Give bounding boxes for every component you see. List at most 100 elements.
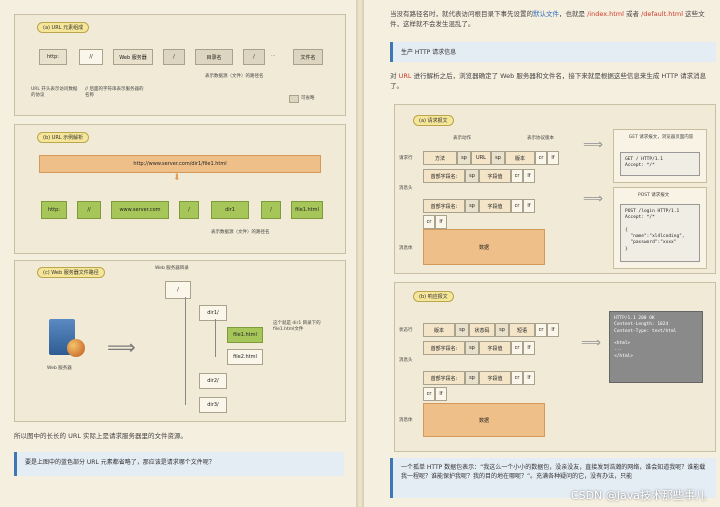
resp-sp-2: sp (495, 323, 509, 337)
example-url: http://www.server.com/dir1/file1.html (39, 155, 321, 173)
example-part-server: www.server.com (111, 201, 169, 219)
resp-blank-cr: cr (423, 387, 435, 401)
question-note: 要是上图中的蓝色部分 URL 元素都省略了，那应该是请求哪个文件呢？ (14, 452, 344, 476)
resp-head1-lf: lf (523, 341, 535, 355)
resp-sp-1: sp (455, 323, 469, 337)
figure-request: (a) 请求报文 表示动作 表示协议版本 请求行 方法 sp URL sp 版本… (394, 104, 716, 274)
watermark: CSDN @Java技术那些事儿 (570, 489, 706, 502)
url-part-filename: 文件名 (293, 49, 323, 65)
req-sp-1: sp (457, 151, 471, 165)
resp-head1-value: 字段值 (479, 341, 511, 355)
intro-default-file: 默认文件 (533, 10, 559, 18)
req-head2-cr: cr (511, 199, 523, 213)
resp-head2-cr: cr (511, 371, 523, 385)
req-head2-lf: lf (523, 199, 535, 213)
url-part-dir: 目录名 (195, 49, 233, 65)
example-note-path: 表示数据源（文件）的路径名 (211, 230, 270, 235)
resp-row-head-label: 消息头 (399, 358, 413, 363)
right-arrow-icon: ⟹ (107, 335, 136, 359)
example-part-slashes: // (77, 201, 101, 219)
note-server: // 后面的字符串表示服务器的名称 (85, 87, 144, 98)
legend-swatch (289, 95, 299, 103)
resp-head1-sp: sp (465, 341, 479, 355)
intro-paragraph: 当没有路径名时，就代表访问根目录下事先设置的默认文件，也就是 /index.ht… (390, 10, 716, 30)
tree-node-file1: file1.html (227, 327, 263, 343)
url-part-server: Web 服务器 (113, 49, 153, 65)
intro-text-3: 或者 (626, 10, 640, 18)
globe-icon (67, 339, 85, 357)
req-head1-name: 首部字段名: (423, 169, 465, 183)
req-blank-lf: lf (435, 215, 447, 229)
para-text-1: 对 (390, 72, 397, 80)
example-part-dir: dir1 (211, 201, 249, 219)
figure-url-example: (b) URL 示例解析 http://www.server.com/dir1/… (14, 124, 346, 254)
req-arrow-2-icon: ⟹ (583, 191, 604, 207)
intro-text-2: ，也就是 (559, 10, 585, 18)
req-row-head-label: 消息头 (399, 186, 413, 191)
figure-response: (b) 响应报文 状态行 版本 sp 状态码 sp 短语 cr lf 消息头 首… (394, 282, 716, 452)
req-row-body-label: 消息体 (399, 246, 413, 251)
resp-phrase: 短语 (509, 323, 535, 337)
tree-node-dir1: dir1/ (199, 305, 227, 321)
example-part-slash-2: / (261, 201, 281, 219)
resp-lf: lf (547, 323, 559, 337)
tree-node-root: / (165, 281, 191, 299)
post-panel: POST 请求报文 POST /login HTTP/1.1 Accept: *… (613, 187, 707, 269)
url-part-slash-1: / (163, 49, 185, 65)
resp-row-body-label: 消息体 (399, 418, 413, 423)
resp-code: HTTP/1.1 200 OK Content-Length: 1024 Con… (609, 311, 703, 383)
req-sp-2: sp (491, 151, 505, 165)
url-part-slash-2: / (243, 49, 265, 65)
req-body: 数据 (423, 229, 545, 265)
req-head2-value: 字段值 (479, 199, 511, 213)
example-part-file: file1.html (291, 201, 323, 219)
intro-default-html: /default.html (641, 10, 684, 18)
figure-a-title: (a) URL 元素组成 (37, 22, 90, 33)
resp-status: 状态码 (469, 323, 495, 337)
resp-version: 版本 (423, 323, 455, 337)
req-blank-cr: cr (423, 215, 435, 229)
para-url: URL (398, 72, 412, 80)
figure-b-title: (b) URL 示例解析 (37, 132, 90, 143)
para-text-2: 进行解析之后，浏览器确定了 Web 服务器和文件名，接下来就是根据这些信息来生成… (390, 72, 707, 90)
url-part-slashes: // (79, 49, 103, 65)
section-heading: 生产 HTTP 请求信息 (390, 42, 716, 62)
req-arrow-1-icon: ⟹ (583, 137, 604, 153)
resp-body: 数据 (423, 403, 545, 437)
caption-text: 所以图中的长长的 URL 实际上是请求服务器里的文件资源。 (14, 432, 188, 440)
tree-line-main (185, 297, 186, 405)
resp-row-line-label: 状态行 (399, 328, 413, 333)
req-head2-sp: sp (465, 199, 479, 213)
get-panel: GET 请求报文，浏览器页面内容 GET / HTTP/1.1 Accept: … (613, 129, 707, 183)
label-method: 表示动作 (453, 136, 471, 141)
req-head1-sp: sp (465, 169, 479, 183)
note-path: 表示数据源（文件）的路径名 (205, 74, 264, 79)
post-title: POST 请求报文 (638, 193, 670, 198)
intro-text-1: 当没有路径名时，就代表访问根目录下事先设置的 (390, 10, 533, 18)
legend-label: 可省略 (301, 96, 315, 101)
resp-cr: cr (535, 323, 547, 337)
req-row-line-label: 请求行 (399, 156, 413, 161)
resp-head1-cr: cr (511, 341, 523, 355)
resp-blank-lf: lf (435, 387, 447, 401)
label-version: 表示协议版本 (527, 136, 554, 141)
get-code: GET / HTTP/1.1 Accept: */* (620, 152, 700, 176)
req-method: 方法 (423, 151, 457, 165)
figure-c-title: (c) Web 服务器文件路径 (37, 267, 105, 278)
left-page: (a) URL 元素组成 http: // Web 服务器 / 目录名 / … … (0, 0, 356, 507)
request-title: (a) 请求报文 (413, 115, 454, 126)
tree-node-dir2: dir2/ (199, 373, 227, 389)
intro-index-html: /index.html (587, 10, 624, 18)
down-arrow-icon: ⬇ (173, 173, 181, 183)
http-paragraph: 对 URL 进行解析之后，浏览器确定了 Web 服务器和文件名，接下来就是根据这… (390, 72, 716, 92)
tree-node-file2: file2.html (227, 349, 263, 365)
figure-server-path: (c) Web 服务器文件路径 Web 服务器目录 Web 服务器 ⟹ / di… (14, 260, 346, 422)
resp-head2-sp: sp (465, 371, 479, 385)
example-part-slash-1: / (179, 201, 199, 219)
resp-head2-lf: lf (523, 371, 535, 385)
right-page: 当没有路径名时，就代表访问根目录下事先设置的默认文件，也就是 /index.ht… (364, 0, 720, 507)
file-callout: 这个就是 dir1 目录下的 file1.html文件 (273, 321, 321, 332)
resp-head1-name: 首部字段名: (423, 341, 465, 355)
figure-url-composition: (a) URL 元素组成 http: // Web 服务器 / 目录名 / … … (14, 14, 346, 116)
post-code: POST /login HTTP/1.1 Accept: */* { "name… (620, 204, 700, 262)
